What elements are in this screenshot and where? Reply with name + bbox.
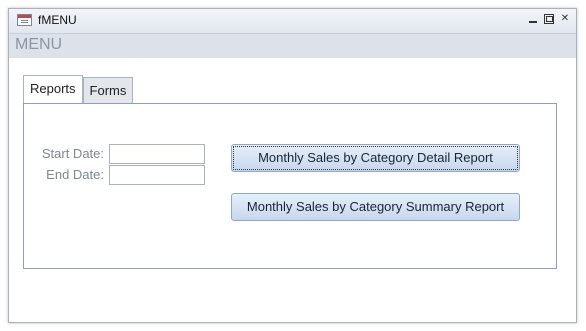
tab-reports[interactable]: Reports xyxy=(23,75,83,103)
window-controls: ✕ xyxy=(528,14,570,24)
start-date-field[interactable] xyxy=(109,144,205,164)
form-icon xyxy=(17,14,32,26)
detail-report-button[interactable]: Monthly Sales by Category Detail Report xyxy=(231,144,520,172)
tab-forms[interactable]: Forms xyxy=(82,77,134,103)
form-window: fMENU ✕ MENU Reports Forms Start Date: E… xyxy=(8,8,577,323)
close-icon[interactable]: ✕ xyxy=(560,14,570,24)
window-title: fMENU xyxy=(38,13,77,27)
start-date-label: Start Date: xyxy=(41,146,104,161)
tab-strip: Reports Forms xyxy=(23,75,134,103)
summary-report-button[interactable]: Monthly Sales by Category Summary Report xyxy=(231,193,520,221)
restore-icon[interactable] xyxy=(544,14,554,24)
minimize-icon[interactable] xyxy=(528,14,538,24)
end-date-field[interactable] xyxy=(109,165,205,185)
reports-tab-panel: Start Date: End Date: Monthly Sales by C… xyxy=(23,103,557,269)
page-title: MENU xyxy=(15,36,63,53)
end-date-label: End Date: xyxy=(46,167,104,182)
form-header: MENU xyxy=(9,34,576,58)
title-bar: fMENU ✕ xyxy=(9,9,576,34)
